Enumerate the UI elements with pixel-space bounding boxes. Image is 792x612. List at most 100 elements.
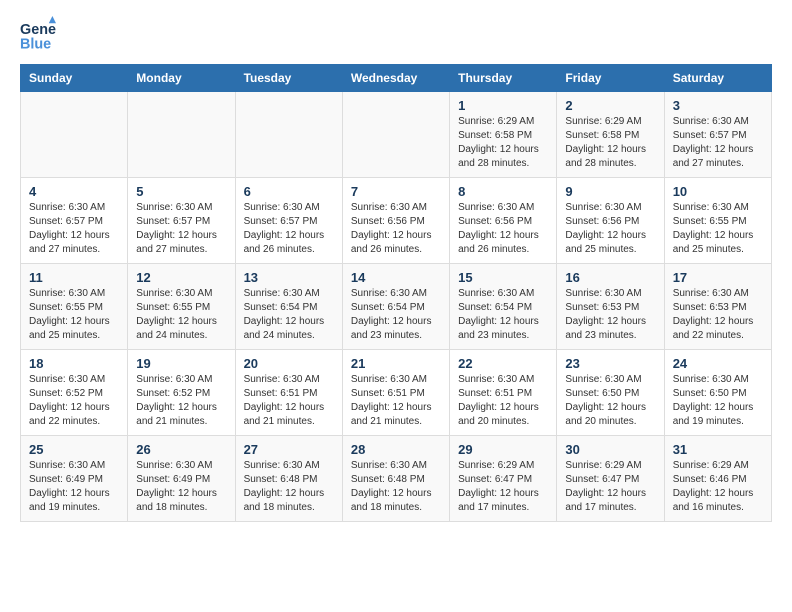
day-number: 31	[673, 442, 763, 457]
header-row: Sunday Monday Tuesday Wednesday Thursday…	[21, 65, 772, 92]
day-number: 8	[458, 184, 548, 199]
calendar-cell: 23 Sunrise: 6:30 AMSunset: 6:50 PMDayligh…	[557, 350, 664, 436]
calendar-week-3: 11 Sunrise: 6:30 AMSunset: 6:55 PMDayligh…	[21, 264, 772, 350]
calendar-cell: 15Sunrise: 6:30 AMSunset: 6:54 PMDayligh…	[450, 264, 557, 350]
day-info: Sunrise: 6:30 AMSunset: 6:51 PMDaylight:…	[351, 373, 441, 429]
day-number: 6	[244, 184, 334, 199]
calendar-cell	[235, 92, 342, 178]
day-info: Sunrise: 6:30 AMSunset: 6:52 PMDaylight:…	[136, 373, 226, 429]
calendar-cell: 9 Sunrise: 6:30 AMSunset: 6:56 PMDaylight…	[557, 178, 664, 264]
day-info: Sunrise: 6:29 AMSunset: 6:58 PMDaylight:…	[458, 115, 548, 171]
day-number: 3	[673, 98, 763, 113]
calendar-cell	[21, 92, 128, 178]
day-info: Sunrise: 6:30 AMSunset: 6:48 PMDaylight:…	[244, 459, 334, 515]
day-number: 21	[351, 356, 441, 371]
day-info: Sunrise: 6:29 AMSunset: 6:47 PMDaylight:…	[565, 459, 655, 515]
svg-text:Blue: Blue	[20, 36, 51, 52]
day-info: Sunrise: 6:30 AMSunset: 6:56 PMDaylight:…	[565, 201, 655, 257]
calendar-cell: 4Sunrise: 6:30 AMSunset: 6:57 PMDaylight…	[21, 178, 128, 264]
day-number: 4	[29, 184, 119, 199]
day-number: 11	[29, 270, 119, 285]
day-info: Sunrise: 6:30 AMSunset: 6:53 PMDaylight:…	[673, 287, 763, 343]
day-number: 23	[565, 356, 655, 371]
day-info: Sunrise: 6:30 AMSunset: 6:52 PMDaylight:…	[29, 373, 119, 429]
calendar-cell: 16 Sunrise: 6:30 AMSunset: 6:53 PMDayligh…	[557, 264, 664, 350]
col-monday: Monday	[128, 65, 235, 92]
calendar-week-2: 4 Sunrise: 6:30 AMSunset: 6:57 PMDaylight…	[21, 178, 772, 264]
calendar-cell: 13 Sunrise: 6:30 AMSunset: 6:54 PMDayligh…	[235, 264, 342, 350]
calendar-cell: 17 Sunrise: 6:30 AMSunset: 6:53 PMDayligh…	[664, 264, 771, 350]
col-thursday: Thursday	[450, 65, 557, 92]
calendar-cell: 28Sunrise: 6:30 AMSunset: 6:48 PMDayligh…	[342, 436, 449, 522]
calendar-cell: 27 Sunrise: 6:30 AMSunset: 6:48 PMDayligh…	[235, 436, 342, 522]
calendar-cell: 8 Sunrise: 6:30 AMSunset: 6:56 PMDaylight…	[450, 178, 557, 264]
page-container: General Blue Sunday Monday Tuesday Wedne…	[0, 0, 792, 538]
day-number: 16	[565, 270, 655, 285]
day-info: Sunrise: 6:30 AMSunset: 6:57 PMDaylight:…	[673, 115, 763, 171]
calendar-cell: 24 Sunrise: 6:30 AMSunset: 6:50 PMDayligh…	[664, 350, 771, 436]
calendar-week-1: 1Sunrise: 6:29 AMSunset: 6:58 PMDaylight…	[21, 92, 772, 178]
calendar-cell: 5 Sunrise: 6:30 AMSunset: 6:57 PMDaylight…	[128, 178, 235, 264]
col-sunday: Sunday	[21, 65, 128, 92]
day-number: 24	[673, 356, 763, 371]
calendar-week-4: 18 Sunrise: 6:30 AMSunset: 6:52 PMDayligh…	[21, 350, 772, 436]
col-friday: Friday	[557, 65, 664, 92]
calendar-cell: 11 Sunrise: 6:30 AMSunset: 6:55 PMDayligh…	[21, 264, 128, 350]
day-number: 12	[136, 270, 226, 285]
calendar-cell: 21 Sunrise: 6:30 AMSunset: 6:51 PMDayligh…	[342, 350, 449, 436]
calendar-table: Sunday Monday Tuesday Wednesday Thursday…	[20, 64, 772, 522]
day-number: 10	[673, 184, 763, 199]
day-info: Sunrise: 6:30 AMSunset: 6:51 PMDaylight:…	[458, 373, 548, 429]
day-info: Sunrise: 6:29 AMSunset: 6:47 PMDaylight:…	[458, 459, 548, 515]
day-number: 17	[673, 270, 763, 285]
calendar-cell: 19Sunrise: 6:30 AMSunset: 6:52 PMDayligh…	[128, 350, 235, 436]
day-info: Sunrise: 6:30 AMSunset: 6:54 PMDaylight:…	[244, 287, 334, 343]
calendar-cell: 12 Sunrise: 6:30 AMSunset: 6:55 PMDayligh…	[128, 264, 235, 350]
logo: General Blue	[20, 16, 56, 52]
calendar-cell: 1Sunrise: 6:29 AMSunset: 6:58 PMDaylight…	[450, 92, 557, 178]
day-info: Sunrise: 6:30 AMSunset: 6:53 PMDaylight:…	[565, 287, 655, 343]
calendar-cell: 3 Sunrise: 6:30 AMSunset: 6:57 PMDaylight…	[664, 92, 771, 178]
day-number: 27	[244, 442, 334, 457]
calendar-cell: 6 Sunrise: 6:30 AMSunset: 6:57 PMDaylight…	[235, 178, 342, 264]
day-info: Sunrise: 6:30 AMSunset: 6:51 PMDaylight:…	[244, 373, 334, 429]
calendar-cell	[342, 92, 449, 178]
calendar-cell: 25Sunrise: 6:30 AMSunset: 6:49 PMDayligh…	[21, 436, 128, 522]
day-info: Sunrise: 6:30 AMSunset: 6:55 PMDaylight:…	[136, 287, 226, 343]
day-info: Sunrise: 6:30 AMSunset: 6:55 PMDaylight:…	[673, 201, 763, 257]
calendar-week-5: 25Sunrise: 6:30 AMSunset: 6:49 PMDayligh…	[21, 436, 772, 522]
col-saturday: Saturday	[664, 65, 771, 92]
calendar-cell: 18 Sunrise: 6:30 AMSunset: 6:52 PMDayligh…	[21, 350, 128, 436]
calendar-cell: 20 Sunrise: 6:30 AMSunset: 6:51 PMDayligh…	[235, 350, 342, 436]
day-info: Sunrise: 6:30 AMSunset: 6:50 PMDaylight:…	[565, 373, 655, 429]
day-number: 5	[136, 184, 226, 199]
calendar-cell: 26Sunrise: 6:30 AMSunset: 6:49 PMDayligh…	[128, 436, 235, 522]
day-number: 9	[565, 184, 655, 199]
day-info: Sunrise: 6:30 AMSunset: 6:57 PMDaylight:…	[244, 201, 334, 257]
day-info: Sunrise: 6:30 AMSunset: 6:48 PMDaylight:…	[351, 459, 441, 515]
day-info: Sunrise: 6:30 AMSunset: 6:56 PMDaylight:…	[458, 201, 548, 257]
day-number: 25	[29, 442, 119, 457]
day-info: Sunrise: 6:30 AMSunset: 6:54 PMDaylight:…	[351, 287, 441, 343]
calendar-cell: 29Sunrise: 6:29 AMSunset: 6:47 PMDayligh…	[450, 436, 557, 522]
day-info: Sunrise: 6:30 AMSunset: 6:50 PMDaylight:…	[673, 373, 763, 429]
day-number: 26	[136, 442, 226, 457]
calendar-cell: 14 Sunrise: 6:30 AMSunset: 6:54 PMDayligh…	[342, 264, 449, 350]
calendar-cell: 31 Sunrise: 6:29 AMSunset: 6:46 PMDayligh…	[664, 436, 771, 522]
calendar-body: 1Sunrise: 6:29 AMSunset: 6:58 PMDaylight…	[21, 92, 772, 522]
calendar-cell: 2Sunrise: 6:29 AMSunset: 6:58 PMDaylight…	[557, 92, 664, 178]
col-wednesday: Wednesday	[342, 65, 449, 92]
day-number: 2	[565, 98, 655, 113]
day-info: Sunrise: 6:30 AMSunset: 6:55 PMDaylight:…	[29, 287, 119, 343]
day-number: 30	[565, 442, 655, 457]
day-number: 14	[351, 270, 441, 285]
day-number: 13	[244, 270, 334, 285]
day-info: Sunrise: 6:30 AMSunset: 6:56 PMDaylight:…	[351, 201, 441, 257]
day-number: 18	[29, 356, 119, 371]
day-number: 20	[244, 356, 334, 371]
day-number: 7	[351, 184, 441, 199]
col-tuesday: Tuesday	[235, 65, 342, 92]
day-info: Sunrise: 6:30 AMSunset: 6:57 PMDaylight:…	[136, 201, 226, 257]
day-info: Sunrise: 6:29 AMSunset: 6:46 PMDaylight:…	[673, 459, 763, 515]
calendar-cell	[128, 92, 235, 178]
